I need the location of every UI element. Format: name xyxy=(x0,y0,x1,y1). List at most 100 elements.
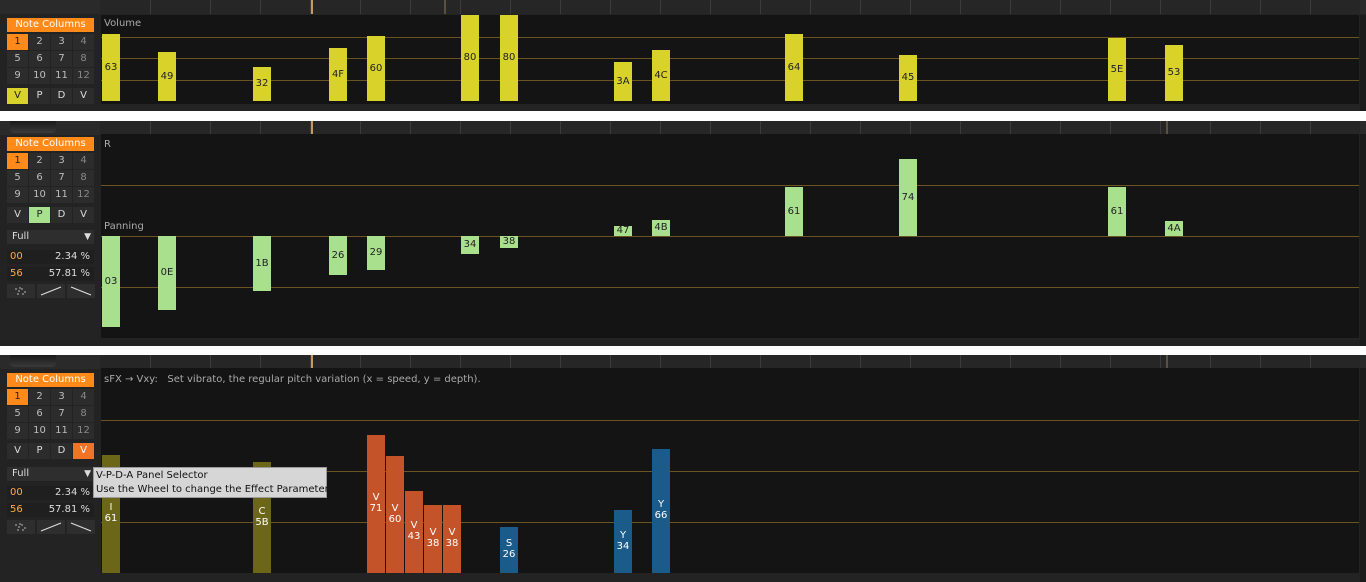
volume-mode-button[interactable]: V xyxy=(7,88,28,104)
panning-bar[interactable]: 61 xyxy=(785,187,803,236)
note-column-2-button[interactable]: 2 xyxy=(29,153,50,169)
effect-mode-button[interactable]: V xyxy=(73,88,94,104)
ramp-up-tool-button[interactable] xyxy=(37,520,65,534)
note-column-10-button[interactable]: 10 xyxy=(29,68,50,84)
note-column-2-button[interactable]: 2 xyxy=(29,34,50,50)
effect-bar[interactable]: V 38 xyxy=(443,505,461,573)
volume-bar[interactable]: 80 xyxy=(500,15,518,101)
panning-mode-button[interactable]: P xyxy=(29,207,50,223)
volume-bar[interactable]: 5E xyxy=(1108,38,1126,101)
volume-bar[interactable]: 45 xyxy=(899,55,917,101)
panning-automation-area[interactable]: R Panning 03 0E 1B 26 29 34 38 47 4B 61 74 61 4A xyxy=(101,134,1359,338)
note-column-1-button[interactable]: 1 xyxy=(7,34,28,50)
note-column-3-button[interactable]: 3 xyxy=(51,153,72,169)
note-column-2-button[interactable]: 2 xyxy=(29,389,50,405)
volume-bar[interactable]: 53 xyxy=(1165,45,1183,101)
note-column-5-button[interactable]: 5 xyxy=(7,406,28,422)
effect-bar[interactable]: Y 66 xyxy=(652,449,670,573)
noise-tool-button[interactable] xyxy=(7,520,35,534)
panning-bar[interactable]: 29 xyxy=(367,236,385,270)
note-column-11-button[interactable]: 11 xyxy=(51,423,72,439)
volume-mode-button[interactable]: V xyxy=(7,207,28,223)
panning-bar[interactable]: 26 xyxy=(329,236,347,275)
note-column-11-button[interactable]: 11 xyxy=(51,68,72,84)
volume-bar[interactable]: 3A xyxy=(614,62,632,101)
effect-bar[interactable]: V 71 xyxy=(367,435,385,573)
effect-bar[interactable]: V 38 xyxy=(424,505,442,573)
panning-bar[interactable]: 0E xyxy=(158,236,176,310)
playhead-marker[interactable] xyxy=(1166,355,1168,369)
note-column-10-button[interactable]: 10 xyxy=(29,187,50,203)
note-column-7-button[interactable]: 7 xyxy=(51,51,72,67)
effect-mode-button[interactable]: V xyxy=(73,207,94,223)
note-column-7-button[interactable]: 7 xyxy=(51,406,72,422)
note-column-1-button[interactable]: 1 xyxy=(7,389,28,405)
effect-bar[interactable]: V 43 xyxy=(405,491,423,573)
panning-bar[interactable]: 4A xyxy=(1165,221,1183,236)
effect-mode-button[interactable]: V xyxy=(73,443,94,459)
panning-mode-button[interactable]: P xyxy=(29,88,50,104)
effect-bar[interactable]: V 60 xyxy=(386,456,404,573)
scrollbar[interactable] xyxy=(1360,15,1366,111)
timeline-ruler[interactable] xyxy=(100,121,1360,135)
delay-mode-button[interactable]: D xyxy=(51,88,72,104)
loop-marker[interactable] xyxy=(311,121,313,135)
noise-tool-button[interactable] xyxy=(7,284,35,298)
curve-type-select[interactable]: Full ▼ xyxy=(7,467,94,481)
note-column-8-button[interactable]: 8 xyxy=(73,51,94,67)
panning-bar[interactable]: 4B xyxy=(652,220,670,236)
note-column-3-button[interactable]: 3 xyxy=(51,34,72,50)
note-column-9-button[interactable]: 9 xyxy=(7,187,28,203)
note-column-5-button[interactable]: 5 xyxy=(7,170,28,186)
volume-bar[interactable]: 64 xyxy=(785,34,803,101)
timeline-ruler[interactable] xyxy=(100,355,1360,369)
note-column-6-button[interactable]: 6 xyxy=(29,406,50,422)
loop-marker[interactable] xyxy=(311,355,313,369)
volume-bar[interactable]: 60 xyxy=(367,36,385,101)
ramp-down-tool-button[interactable] xyxy=(67,520,95,534)
scrollbar[interactable] xyxy=(1360,134,1366,346)
volume-bar[interactable]: 4C xyxy=(652,50,670,101)
note-column-11-button[interactable]: 11 xyxy=(51,187,72,203)
volume-bar[interactable]: 80 xyxy=(461,15,479,101)
note-column-12-button[interactable]: 12 xyxy=(73,423,94,439)
panning-bar[interactable]: 1B xyxy=(253,236,271,291)
volume-automation-area[interactable]: Volume 63 49 32 4F 60 80 80 3A 4C 64 45 5E 53 xyxy=(101,15,1359,104)
effect-bar[interactable]: S 26 xyxy=(500,527,518,573)
note-column-4-button[interactable]: 4 xyxy=(73,153,94,169)
note-column-5-button[interactable]: 5 xyxy=(7,51,28,67)
volume-mode-button[interactable]: V xyxy=(7,443,28,459)
delay-mode-button[interactable]: D xyxy=(51,443,72,459)
volume-bar[interactable]: 32 xyxy=(253,67,271,101)
volume-bar[interactable]: 4F xyxy=(329,48,347,101)
note-column-10-button[interactable]: 10 xyxy=(29,423,50,439)
note-column-12-button[interactable]: 12 xyxy=(73,68,94,84)
panning-bar[interactable]: 03 xyxy=(102,236,120,327)
volume-bar[interactable]: 63 xyxy=(102,34,120,101)
effect-bar[interactable]: Y 34 xyxy=(614,510,632,573)
note-column-7-button[interactable]: 7 xyxy=(51,170,72,186)
delay-mode-button[interactable]: D xyxy=(51,207,72,223)
scrollbar[interactable] xyxy=(1360,368,1366,582)
panning-mode-button[interactable]: P xyxy=(29,443,50,459)
note-column-12-button[interactable]: 12 xyxy=(73,187,94,203)
note-column-4-button[interactable]: 4 xyxy=(73,389,94,405)
playhead-marker[interactable] xyxy=(444,0,446,14)
timeline-ruler[interactable] xyxy=(100,0,1360,14)
panning-bar[interactable]: 61 xyxy=(1108,187,1126,236)
note-column-9-button[interactable]: 9 xyxy=(7,68,28,84)
panning-bar[interactable]: 74 xyxy=(899,159,917,236)
note-column-8-button[interactable]: 8 xyxy=(73,170,94,186)
loop-marker[interactable] xyxy=(311,0,313,14)
panning-bar[interactable]: 47 xyxy=(614,225,632,236)
note-column-1-button[interactable]: 1 xyxy=(7,153,28,169)
ramp-down-tool-button[interactable] xyxy=(67,284,95,298)
note-column-8-button[interactable]: 8 xyxy=(73,406,94,422)
ramp-up-tool-button[interactable] xyxy=(37,284,65,298)
note-column-6-button[interactable]: 6 xyxy=(29,170,50,186)
volume-bar[interactable]: 49 xyxy=(158,52,176,101)
note-column-9-button[interactable]: 9 xyxy=(7,423,28,439)
playhead-marker[interactable] xyxy=(1166,121,1168,135)
curve-type-select[interactable]: Full ▼ xyxy=(7,230,94,244)
panning-bar[interactable]: 38 xyxy=(500,236,518,248)
